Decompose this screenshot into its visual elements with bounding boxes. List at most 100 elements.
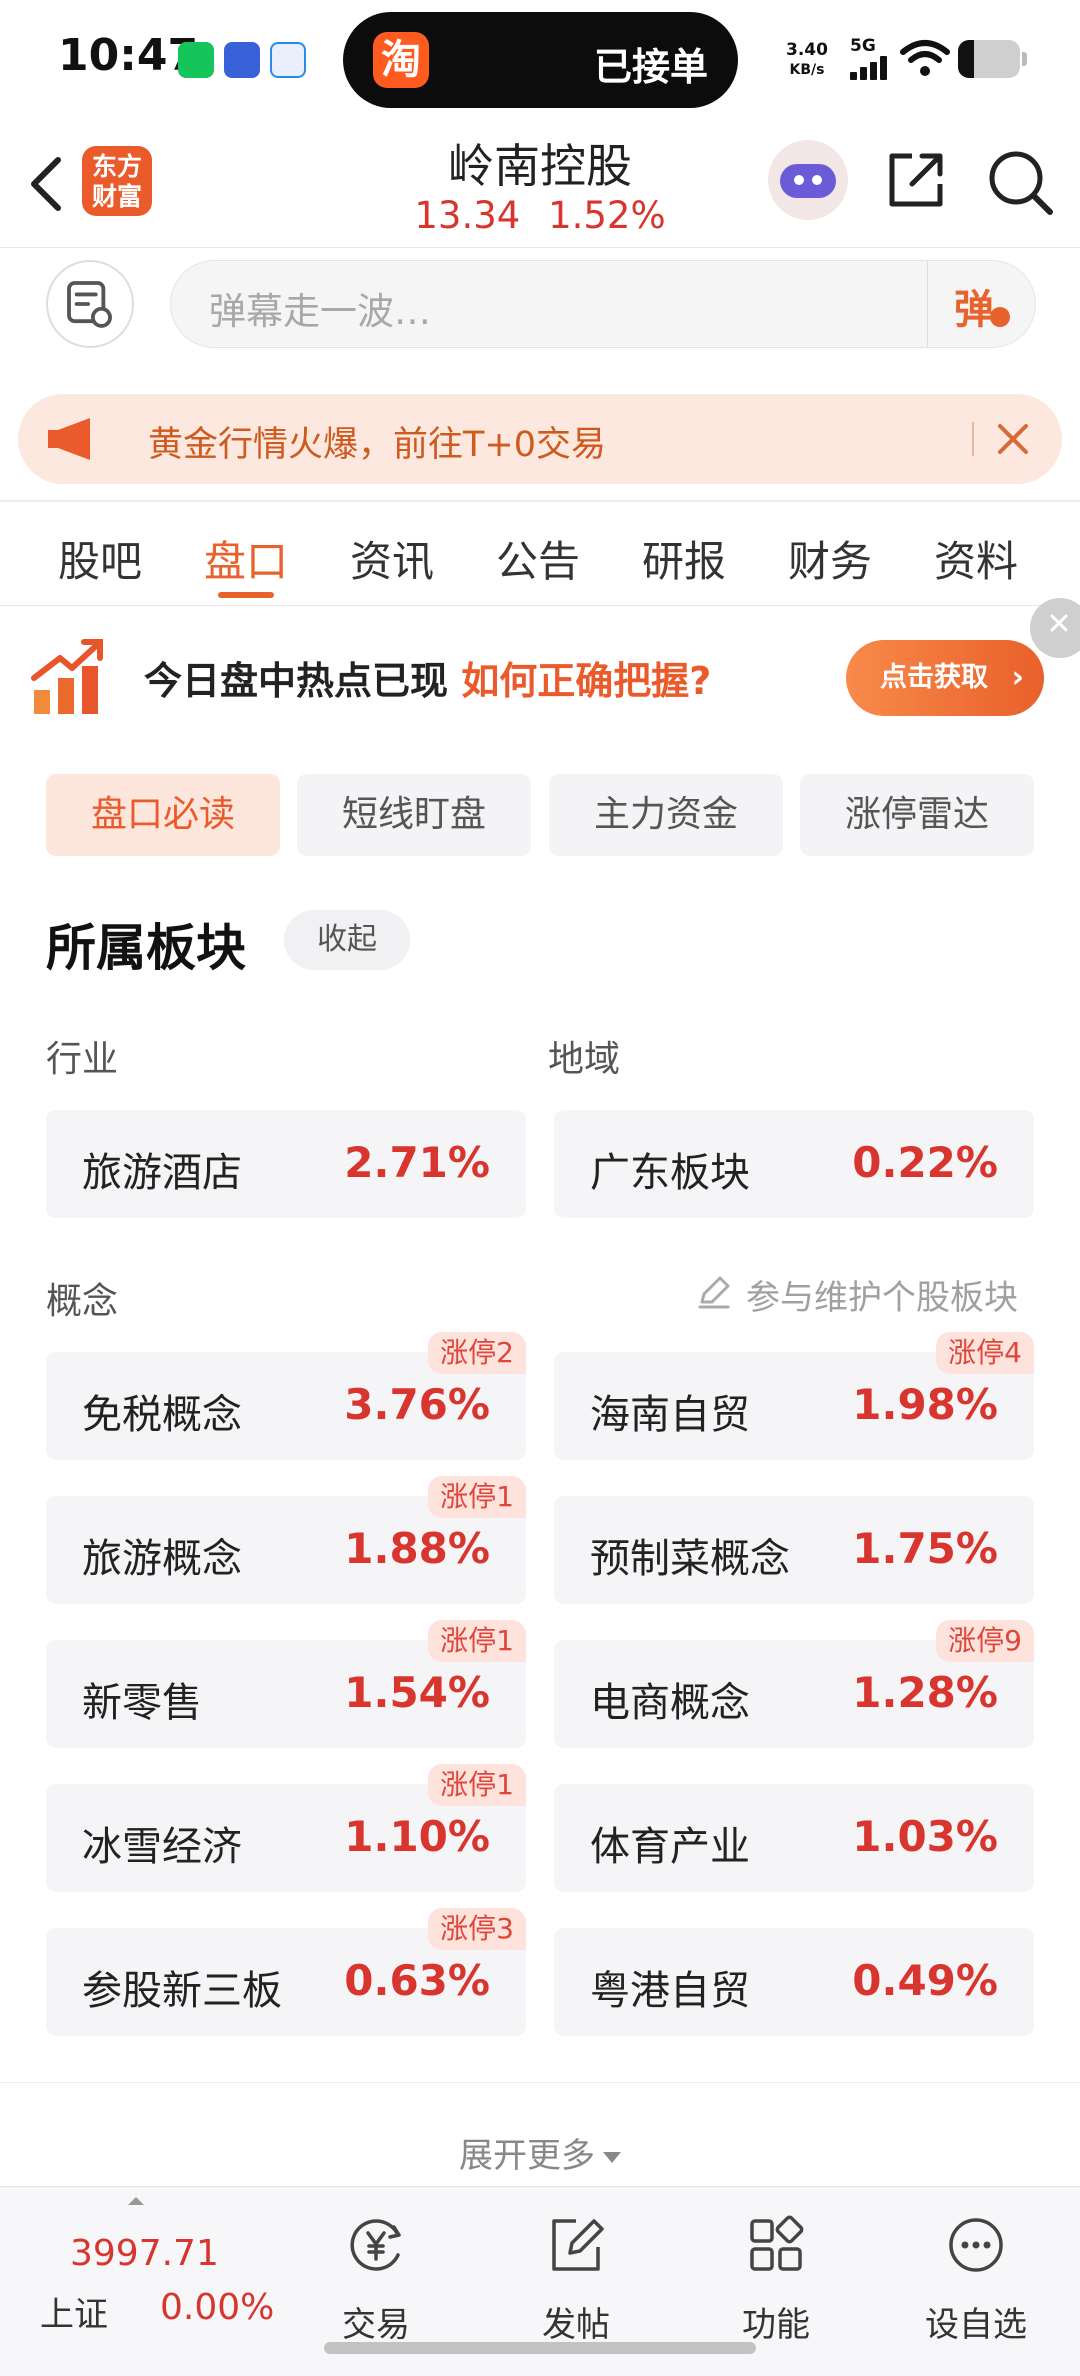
promo-banner[interactable]: 黄金行情火爆，前往T+0交易 — [18, 394, 1062, 484]
limit-up-badge: 涨停1 — [428, 1620, 526, 1662]
battery-icon — [958, 40, 1020, 78]
sector-name: 旅游概念 — [82, 1536, 242, 1582]
edit-icon — [698, 1276, 730, 1309]
tab-profile[interactable]: 资料 — [916, 528, 1036, 589]
status-bar: 10:47 淘 已接单 3.40 KB/s 5G — [0, 0, 1080, 120]
tab-research[interactable]: 研报 — [624, 528, 744, 589]
maintain-sectors-link[interactable]: 参与维护个股板块 — [696, 1270, 1018, 1319]
island-status-text: 已接单 — [593, 45, 708, 89]
sector-change: 1.98% — [852, 1380, 998, 1429]
sector-change: 1.28% — [852, 1668, 998, 1717]
nav-add-watchlist[interactable]: 设自选 — [906, 2215, 1046, 2355]
wechat-icon — [178, 42, 214, 78]
network-speed: 3.40 KB/s — [786, 40, 828, 80]
sector-change: 1.75% — [852, 1524, 998, 1573]
sector-card-concept[interactable]: 涨停1 旅游概念 1.88% — [46, 1476, 526, 1604]
close-icon[interactable] — [988, 414, 1038, 464]
sector-card-concept[interactable]: 预制菜概念 1.75% — [554, 1496, 1034, 1604]
sector-name: 新零售 — [82, 1680, 202, 1726]
sector-card-concept[interactable]: 体育产业 1.03% — [554, 1784, 1034, 1892]
wifi-icon — [900, 40, 950, 76]
nav-post-label: 发帖 — [542, 2305, 610, 2345]
sector-card-concept[interactable]: 涨停3 参股新三板 0.63% — [46, 1908, 526, 2036]
divider — [0, 500, 1080, 502]
subtab-limit-up-radar[interactable]: 涨停雷达 — [800, 774, 1034, 856]
home-indicator[interactable] — [324, 2342, 756, 2354]
subtab-must-read[interactable]: 盘口必读 — [46, 774, 280, 856]
danmu-input[interactable]: 弹幕走一波… 弹 — [170, 260, 1036, 348]
sector-card-concept[interactable]: 涨停1 新零售 1.54% — [46, 1620, 526, 1748]
danmu-settings-icon — [67, 281, 112, 328]
active-tab-indicator — [218, 592, 274, 598]
expand-more-label: 展开更多 — [459, 2136, 595, 2176]
check-icon — [990, 307, 1010, 327]
limit-up-badge: 涨停3 — [428, 1908, 526, 1950]
promo-separator — [972, 422, 974, 456]
danmu-send-button[interactable]: 弹 — [927, 261, 1035, 347]
battery-tip — [1022, 52, 1027, 66]
sector-change: 1.10% — [344, 1812, 490, 1861]
share-icon[interactable] — [882, 146, 950, 214]
sector-card-industry[interactable]: 旅游酒店 2.71% — [46, 1110, 526, 1218]
pankou-subtabs: 盘口必读 短线盯盘 主力资金 涨停雷达 — [0, 774, 1080, 856]
sector-name: 粤港自贸 — [590, 1968, 750, 2014]
tab-finance[interactable]: 财务 — [770, 528, 890, 589]
sector-name: 预制菜概念 — [590, 1536, 790, 1582]
tab-news[interactable]: 资讯 — [332, 528, 452, 589]
main-tabs: 股吧 盘口 资讯 公告 研报 财务 资料 — [0, 510, 1080, 606]
nav-trade[interactable]: 交易 — [306, 2215, 446, 2355]
nav-functions[interactable]: 功能 — [706, 2215, 846, 2355]
subtab-short-term[interactable]: 短线盯盘 — [297, 774, 531, 856]
sector-card-region[interactable]: 广东板块 0.22% — [554, 1110, 1034, 1218]
subtab-main-funds[interactable]: 主力资金 — [549, 774, 783, 856]
network-speed-value: 3.40 — [786, 40, 828, 60]
sector-change: 0.22% — [852, 1138, 998, 1187]
megaphone-icon — [48, 418, 90, 460]
sector-change: 1.88% — [344, 1524, 490, 1573]
sector-change: 1.03% — [852, 1812, 998, 1861]
get-now-label: 点击获取 — [880, 662, 988, 693]
sector-card-concept[interactable]: 涨停9 电商概念 1.28% — [554, 1620, 1034, 1748]
tab-announcements[interactable]: 公告 — [478, 528, 598, 589]
expand-more-button[interactable]: 展开更多 — [0, 2128, 1080, 2177]
region-label: 地域 — [548, 1039, 621, 1080]
danmu-settings-button[interactable] — [46, 260, 134, 348]
tab-pankou[interactable]: 盘口 — [186, 528, 306, 589]
stock-price: 13.34 — [414, 194, 521, 237]
sector-name: 旅游酒店 — [82, 1150, 242, 1196]
sector-name: 体育产业 — [590, 1824, 750, 1870]
chevron-right-icon: › — [1011, 660, 1024, 695]
hot-topic-banner[interactable]: 今日盘中热点已现 如何正确把握? 点击获取 › — [0, 598, 1080, 748]
dynamic-island[interactable]: 淘 已接单 — [343, 12, 738, 108]
sector-change: 0.63% — [344, 1956, 490, 2005]
caret-down-icon — [603, 2152, 621, 2163]
sector-change: 2.71% — [344, 1138, 490, 1187]
limit-up-badge: 涨停1 — [428, 1764, 526, 1806]
sector-card-concept[interactable]: 粤港自贸 0.49% — [554, 1928, 1034, 2036]
tab-guba[interactable]: 股吧 — [40, 528, 160, 589]
sector-name: 参股新三板 — [82, 1968, 282, 2014]
sector-name: 冰雪经济 — [82, 1824, 242, 1870]
sector-card-concept[interactable]: 涨停2 免税概念 3.76% — [46, 1332, 526, 1460]
stock-change-pct: 1.52% — [548, 194, 666, 237]
network-speed-unit: KB/s — [789, 62, 825, 78]
close-icon[interactable] — [1030, 598, 1080, 658]
ai-assistant-icon[interactable] — [768, 140, 848, 220]
search-icon[interactable] — [984, 146, 1056, 218]
app-notification-icon — [224, 42, 260, 78]
grid-icon — [750, 2215, 804, 2271]
more-circle-icon — [949, 2218, 1003, 2272]
sector-change: 1.54% — [344, 1668, 490, 1717]
sector-card-concept[interactable]: 涨停4 海南自贸 1.98% — [554, 1332, 1034, 1460]
sector-name: 免税概念 — [82, 1392, 242, 1438]
caret-up-icon[interactable] — [128, 2197, 144, 2205]
industry-label: 行业 — [46, 1039, 119, 1080]
nav-post[interactable]: 发帖 — [506, 2215, 646, 2355]
get-now-button[interactable]: 点击获取 › — [846, 640, 1044, 716]
danmu-bar: 弹幕走一波… 弹 — [0, 248, 1080, 368]
sector-name: 电商概念 — [590, 1680, 750, 1726]
collapse-button[interactable]: 收起 — [284, 910, 410, 970]
index-name: 上证 — [40, 2295, 108, 2335]
stock-header: 东方 财富 岭南控股 13.34 1.52% — [0, 120, 1080, 248]
sector-card-concept[interactable]: 涨停1 冰雪经济 1.10% — [46, 1764, 526, 1892]
